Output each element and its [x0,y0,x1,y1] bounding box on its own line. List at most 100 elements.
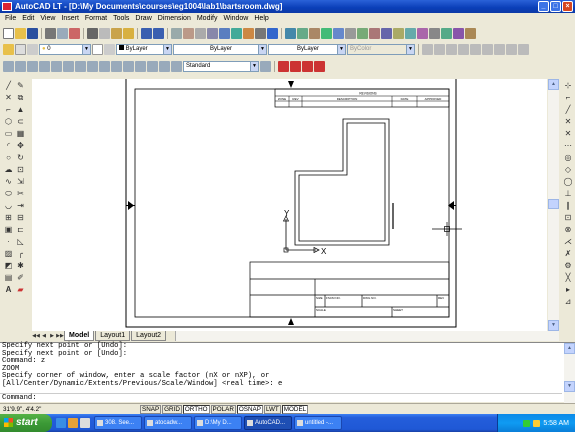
undo-icon[interactable] [141,27,152,39]
eraser-icon[interactable]: ▰ [15,284,26,295]
hatch-icon[interactable]: ▨ [3,248,14,259]
tool-icon-d[interactable] [333,27,344,39]
scroll-down-icon[interactable]: ▼ [548,320,559,331]
dimension-style-icon[interactable] [260,60,271,72]
snap-quadrant-icon[interactable]: ◇ [563,164,574,175]
construction-line-icon[interactable]: ✕ [3,92,14,103]
properties-icon[interactable] [219,27,230,39]
snap-parallel-icon[interactable]: ∥ [563,200,574,211]
zoom-icon-1[interactable] [422,43,433,55]
tool-icon-e[interactable] [345,27,356,39]
layer-freeze-icon[interactable] [27,43,38,55]
pan-icon[interactable] [171,27,182,39]
zoom-icon-8[interactable] [506,43,517,55]
tool-icon-o[interactable] [465,27,476,39]
offset-icon[interactable]: ⊂ [15,116,26,127]
snap-apparent-icon[interactable]: ✕ [563,128,574,139]
snap-extra-icon-3[interactable]: ⊿ [563,296,574,307]
point-icon[interactable]: · [3,236,14,247]
cut-icon[interactable] [87,27,98,39]
copy-object-icon[interactable]: ⧉ [15,92,26,103]
osnap-toggle[interactable]: OSNAP [236,404,263,414]
close-button[interactable]: × [562,1,573,12]
start-button[interactable]: start [0,414,52,432]
zoom-icon-3[interactable] [446,43,457,55]
command-input[interactable]: Command: [0,393,562,402]
minimize-button[interactable]: _ [538,1,549,12]
drawing-horizontal-scrollbar[interactable] [175,331,559,341]
coordinate-readout[interactable]: 31'9.9", 4'4.2" [0,406,140,413]
menu-edit[interactable]: Edit [19,13,37,25]
snap-none-icon[interactable]: ✗ [563,248,574,259]
menu-help[interactable]: Help [251,13,271,25]
tool-icon-a[interactable] [297,27,308,39]
tool-icon-g[interactable] [369,27,380,39]
stretch-icon[interactable]: ⇲ [15,176,26,187]
menu-window[interactable]: Window [220,13,251,25]
layer-dropdown[interactable]: ● 0 ▼ [39,43,91,55]
tool-icon-n[interactable] [453,27,464,39]
show-desktop-icon[interactable] [80,418,90,428]
rectangle-icon[interactable]: ▭ [3,128,14,139]
menu-format[interactable]: Format [82,13,110,25]
zoom-previous-icon[interactable] [207,27,218,39]
browser-icon[interactable] [56,418,66,428]
plotstyle-dropdown[interactable]: ByColor ▼ [347,43,415,55]
snap-endpoint-icon[interactable]: ⌐ [563,92,574,103]
polar-toggle[interactable]: POLAR [210,404,236,414]
layer-manager-icon[interactable] [3,43,14,55]
layer-previous-icon[interactable] [104,43,115,55]
table-icon[interactable]: ▤ [3,272,14,283]
new-icon[interactable] [3,27,14,39]
zoom-realtime-icon[interactable] [183,27,194,39]
snap-extra-icon-1[interactable]: ╳ [563,272,574,283]
diameter-dimension-icon[interactable] [51,60,62,72]
drawing-vertical-scrollbar[interactable]: ▲ ▼ [548,79,559,331]
tab-layout2[interactable]: Layout2 [131,331,167,341]
save-icon[interactable] [27,27,38,39]
tool-icon-i[interactable] [393,27,404,39]
taskbar-item[interactable]: 308. See... [94,416,142,430]
circle-icon[interactable]: ○ [3,152,14,163]
snap-center-icon[interactable]: ◎ [563,152,574,163]
revcloud-icon[interactable]: ☁ [3,164,14,175]
textstyle-dropdown[interactable]: Standard ▼ [183,60,259,72]
zoom-icon-9[interactable] [518,43,529,55]
tray-icon[interactable] [523,419,531,427]
snap-intersection-icon[interactable]: ✕ [563,116,574,127]
tool-icon-c[interactable] [321,27,332,39]
join-icon[interactable]: ⊏ [15,224,26,235]
open-icon[interactable] [15,27,26,39]
make-object-layer-current-icon[interactable] [92,43,103,55]
tray-icon[interactable] [533,419,541,427]
snap-midpoint-icon[interactable]: ╱ [563,104,574,115]
center-mark-icon[interactable] [135,60,146,72]
design-center-icon[interactable] [231,27,242,39]
tool-red-icon-2[interactable] [290,60,301,72]
make-block-icon[interactable]: ▣ [3,224,14,235]
publish-icon[interactable] [69,27,80,39]
trim-icon[interactable]: ✂ [15,188,26,199]
polygon-icon[interactable]: ⬡ [3,116,14,127]
ordinate-dimension-icon[interactable] [27,60,38,72]
baseline-dimension-icon[interactable] [87,60,98,72]
zoom-icon-5[interactable] [470,43,481,55]
snap-settings-icon[interactable]: ⚙ [563,260,574,271]
ortho-toggle[interactable]: ORTHO [182,404,210,414]
angular-dimension-icon[interactable] [63,60,74,72]
zoom-icon-2[interactable] [434,43,445,55]
insert-block-icon[interactable]: ⊞ [3,212,14,223]
layer-state-icon[interactable] [15,43,26,55]
print-icon[interactable] [45,27,56,39]
calculator-icon[interactable] [255,27,266,39]
tab-first-icon[interactable]: ◀◀ [32,332,40,340]
grid-toggle[interactable]: GRID [162,404,182,414]
help-icon[interactable] [267,27,278,39]
tool-palettes-icon[interactable] [243,27,254,39]
menu-insert[interactable]: Insert [58,13,82,25]
tool-icon-j[interactable] [405,27,416,39]
tool-red-icon-3[interactable] [302,60,313,72]
extend-icon[interactable]: ⇥ [15,200,26,211]
chamfer-icon[interactable]: ◺ [15,236,26,247]
scale-icon[interactable]: ⊡ [15,164,26,175]
